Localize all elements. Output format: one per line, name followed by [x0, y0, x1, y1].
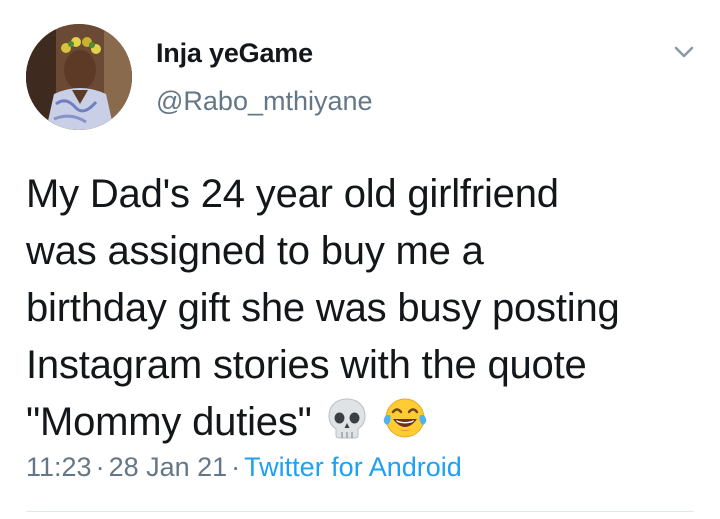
- tweet-date[interactable]: 28 Jan 21: [109, 452, 228, 482]
- face-with-tears-of-joy-emoji-icon: [382, 395, 428, 441]
- skull-emoji-icon: [324, 395, 370, 441]
- avatar-image: [26, 24, 132, 130]
- avatar[interactable]: [26, 24, 132, 130]
- tweet-text-line: was assigned to buy me a: [26, 229, 484, 273]
- meta-separator: ·: [95, 452, 105, 482]
- tweet-text: My Dad's 24 year old girlfriend was assi…: [26, 166, 706, 451]
- tweet-metadata: 11:23 · 28 Jan 21 · Twitter for Android: [26, 452, 462, 483]
- tweet-text-line: My Dad's 24 year old girlfriend: [26, 172, 559, 216]
- tweet-menu-button[interactable]: [664, 38, 704, 68]
- tweet-time[interactable]: 11:23: [26, 452, 92, 482]
- author-display-name[interactable]: Inja yeGame: [156, 38, 313, 69]
- tweet-text-quote: "Mommy duties": [26, 400, 312, 444]
- tweet-text-line: birthday gift she was busy posting: [26, 286, 620, 330]
- tweet-source-link[interactable]: Twitter for Android: [244, 452, 462, 482]
- tweet-text-line: Instagram stories with the quote: [26, 343, 587, 387]
- tweet-text-line-last: "Mommy duties": [26, 394, 706, 451]
- author-handle[interactable]: @Rabo_mthiyane: [156, 86, 373, 117]
- divider: [26, 511, 694, 512]
- chevron-down-icon: [674, 46, 694, 58]
- meta-separator: ·: [231, 452, 241, 482]
